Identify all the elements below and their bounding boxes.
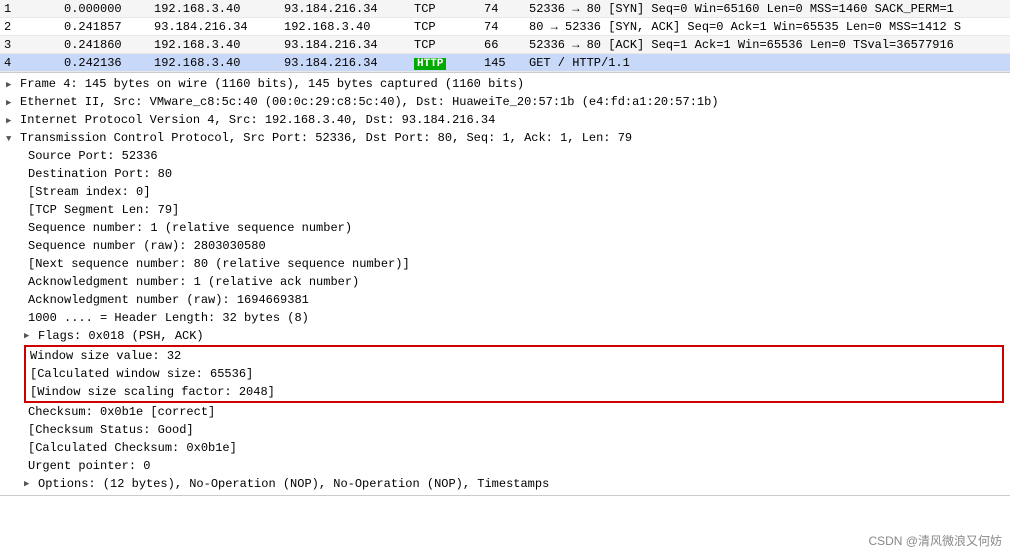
packet-time: 0.000000 [64, 2, 154, 16]
tcp-field: 1000 .... = Header Length: 32 bytes (8) [0, 309, 1010, 327]
packet-proto: TCP [414, 2, 484, 16]
packet-time: 0.241860 [64, 38, 154, 52]
packet-dst: 93.184.216.34 [284, 38, 414, 52]
expand-arrow [6, 131, 20, 145]
packet-src: 192.168.3.40 [154, 38, 284, 52]
packet-no: 3 [4, 38, 64, 52]
tcp-field: [Next sequence number: 80 (relative sequ… [0, 255, 1010, 273]
packet-no: 1 [4, 2, 64, 16]
frame-section[interactable]: Frame 4: 145 bytes on wire (1160 bits), … [0, 75, 1010, 93]
packet-len: 145 [484, 56, 529, 70]
http-badge: HTTP [414, 58, 446, 70]
window-scaling-factor: [Window size scaling factor: 2048] [26, 383, 1002, 401]
packet-detail: Frame 4: 145 bytes on wire (1160 bits), … [0, 73, 1010, 496]
ip-section[interactable]: Internet Protocol Version 4, Src: 192.16… [0, 111, 1010, 129]
packet-row-selected[interactable]: 4 0.242136 192.168.3.40 93.184.216.34 HT… [0, 54, 1010, 72]
tcp-options-field[interactable]: ▶ Options: (12 bytes), No-Operation (NOP… [0, 475, 1010, 493]
packet-src: 192.168.3.40 [154, 2, 284, 16]
packet-info: 80 → 52336 [SYN, ACK] Seq=0 Ack=1 Win=65… [529, 20, 1006, 34]
packet-src: 192.168.3.40 [154, 56, 284, 70]
tcp-field: Source Port: 52336 [0, 147, 1010, 165]
tcp-flags-field[interactable]: ▶ Flags: 0x018 (PSH, ACK) [0, 327, 1010, 345]
packet-row[interactable]: 2 0.241857 93.184.216.34 192.168.3.40 TC… [0, 18, 1010, 36]
tcp-field: Urgent pointer: 0 [0, 457, 1010, 475]
packet-no: 2 [4, 20, 64, 34]
tcp-text: Transmission Control Protocol, Src Port:… [20, 131, 632, 145]
expand-arrow [6, 77, 20, 91]
packet-info: GET / HTTP/1.1 [529, 56, 1006, 70]
packet-row[interactable]: 3 0.241860 192.168.3.40 93.184.216.34 TC… [0, 36, 1010, 54]
tcp-field: [TCP Segment Len: 79] [0, 201, 1010, 219]
tcp-field: Checksum: 0x0b1e [correct] [0, 403, 1010, 421]
expand-arrow [6, 95, 20, 109]
packet-list: 1 0.000000 192.168.3.40 93.184.216.34 TC… [0, 0, 1010, 73]
tcp-field: [Checksum Status: Good] [0, 421, 1010, 439]
window-size-value: Window size value: 32 [26, 347, 1002, 365]
packet-no: 4 [4, 56, 64, 70]
packet-time: 0.242136 [64, 56, 154, 70]
tcp-field: Acknowledgment number (raw): 1694669381 [0, 291, 1010, 309]
packet-proto: TCP [414, 38, 484, 52]
options-arrow: ▶ [24, 479, 38, 489]
packet-len: 74 [484, 2, 529, 16]
ethernet-text: Ethernet II, Src: VMware_c8:5c:40 (00:0c… [20, 95, 719, 109]
calculated-window-size: [Calculated window size: 65536] [26, 365, 1002, 383]
tcp-field: Sequence number (raw): 2803030580 [0, 237, 1010, 255]
ip-text: Internet Protocol Version 4, Src: 192.16… [20, 113, 495, 127]
tcp-field: [Calculated Checksum: 0x0b1e] [0, 439, 1010, 457]
packet-dst: 192.168.3.40 [284, 20, 414, 34]
ethernet-section[interactable]: Ethernet II, Src: VMware_c8:5c:40 (00:0c… [0, 93, 1010, 111]
tcp-field: Acknowledgment number: 1 (relative ack n… [0, 273, 1010, 291]
frame-text: Frame 4: 145 bytes on wire (1160 bits), … [20, 77, 524, 91]
tcp-field: [Stream index: 0] [0, 183, 1010, 201]
packet-len: 66 [484, 38, 529, 52]
tcp-field: Destination Port: 80 [0, 165, 1010, 183]
packet-proto: TCP [414, 20, 484, 34]
packet-time: 0.241857 [64, 20, 154, 34]
flags-arrow: ▶ [24, 331, 38, 341]
packet-dst: 93.184.216.34 [284, 2, 414, 16]
tcp-section[interactable]: Transmission Control Protocol, Src Port:… [0, 129, 1010, 147]
packet-src: 93.184.216.34 [154, 20, 284, 34]
packet-info: 52336 → 80 [SYN] Seq=0 Win=65160 Len=0 M… [529, 2, 1006, 16]
packet-dst: 93.184.216.34 [284, 56, 414, 70]
watermark: CSDN @清风微浪又何妨 [868, 532, 1002, 549]
tcp-field: Sequence number: 1 (relative sequence nu… [0, 219, 1010, 237]
packet-info: 52336 → 80 [ACK] Seq=1 Ack=1 Win=65536 L… [529, 38, 1006, 52]
window-size-highlight-box: Window size value: 32 [Calculated window… [24, 345, 1004, 403]
packet-row[interactable]: 1 0.000000 192.168.3.40 93.184.216.34 TC… [0, 0, 1010, 18]
packet-proto: HTTP [414, 56, 484, 70]
packet-len: 74 [484, 20, 529, 34]
expand-arrow [6, 113, 20, 127]
